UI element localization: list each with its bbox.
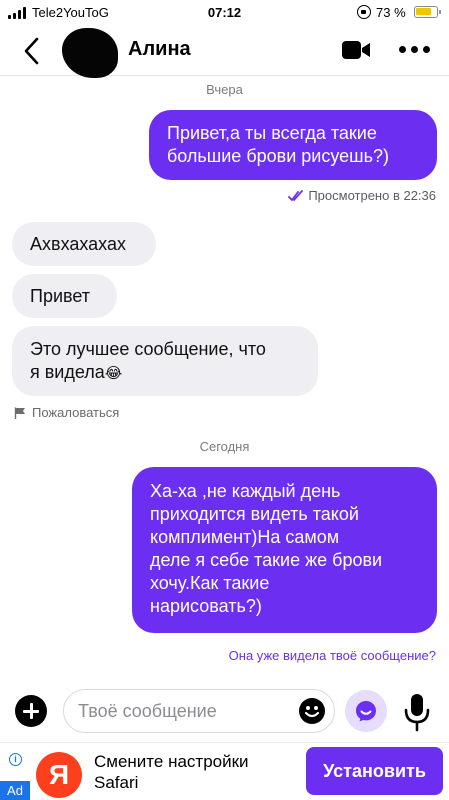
battery-icon bbox=[414, 6, 441, 18]
status-bar: Tele2YouToG 07:12 73 % bbox=[0, 0, 449, 26]
yandex-logo-icon: Я bbox=[36, 752, 82, 798]
double-check-icon bbox=[288, 189, 304, 201]
chevron-left-icon bbox=[24, 37, 39, 65]
video-call-button[interactable] bbox=[341, 40, 371, 60]
message-line: Привет bbox=[30, 286, 91, 306]
message-line-text: я видела bbox=[30, 362, 105, 382]
message-line: Это лучшее сообщение, что bbox=[30, 339, 266, 359]
outgoing-message[interactable]: Ха-ха ,не каждый день приходится видеть … bbox=[132, 467, 437, 633]
message-line: комплимент)На самом bbox=[150, 527, 340, 547]
incoming-message[interactable]: Ахвхахахах bbox=[12, 222, 156, 266]
more-options-button[interactable] bbox=[399, 46, 431, 56]
microphone-button[interactable] bbox=[402, 692, 432, 732]
message-line: деле я себе такие же брови bbox=[150, 550, 383, 570]
chat-header: Алина bbox=[0, 26, 449, 78]
message-line: Привет,а ты всегда такие bbox=[167, 123, 377, 143]
date-separator-yesterday: Вчера bbox=[206, 82, 243, 97]
install-button[interactable]: Установить bbox=[306, 747, 443, 795]
ad-banner[interactable]: i Ad Я Смените настройки Safari Установи… bbox=[0, 742, 449, 800]
smiley-icon bbox=[299, 698, 325, 724]
flag-icon bbox=[14, 407, 25, 419]
message-line: приходится видеть такой bbox=[150, 504, 359, 524]
sticker-icon bbox=[356, 701, 376, 722]
orientation-lock-icon bbox=[357, 5, 371, 19]
message-line: нарисовать?) bbox=[150, 596, 262, 616]
message-line: я видела😂 bbox=[30, 361, 300, 385]
message-input[interactable] bbox=[78, 690, 298, 732]
ad-text-line: Смените настройки bbox=[94, 752, 249, 771]
message-input-container bbox=[63, 689, 335, 733]
report-link-text: Пожаловаться bbox=[32, 405, 120, 420]
microphone-icon bbox=[404, 694, 430, 732]
video-camera-icon bbox=[342, 41, 370, 59]
ad-text-line: Safari bbox=[94, 773, 139, 792]
dot-icon bbox=[411, 46, 418, 53]
back-button[interactable] bbox=[18, 34, 48, 68]
date-separator-today: Сегодня bbox=[199, 439, 250, 454]
add-attachment-button[interactable] bbox=[15, 695, 47, 727]
emoji-button[interactable] bbox=[298, 697, 326, 725]
message-line: большие брови рисуешь?) bbox=[167, 146, 389, 166]
info-icon[interactable]: i bbox=[9, 753, 22, 766]
message-line: Ха-ха ,не каждый день bbox=[150, 481, 341, 501]
incoming-message[interactable]: Это лучшее сообщение, что я видела😂 bbox=[12, 326, 318, 396]
ad-label: Ad bbox=[0, 781, 30, 800]
incoming-message[interactable]: Привет bbox=[12, 274, 117, 318]
outgoing-message[interactable]: Привет,а ты всегда такие большие брови р… bbox=[149, 110, 437, 180]
message-line: Ахвхахахах bbox=[30, 234, 126, 254]
message-line: хочу.Как такие bbox=[150, 573, 270, 593]
seen-question-link[interactable]: Она уже видела твоё сообщение? bbox=[229, 648, 436, 663]
seen-status-text: Просмотрено в 22:36 bbox=[308, 188, 436, 203]
sticker-button[interactable] bbox=[345, 690, 387, 732]
dot-icon bbox=[423, 46, 430, 53]
dot-icon bbox=[399, 46, 406, 53]
battery-percent: 73 % bbox=[376, 5, 406, 20]
laughing-emoji: 😂 bbox=[104, 365, 123, 382]
contact-name[interactable]: Алина bbox=[128, 38, 191, 61]
ad-text: Смените настройки Safari bbox=[94, 751, 294, 793]
avatar[interactable] bbox=[62, 28, 118, 78]
report-link[interactable]: Пожаловаться bbox=[14, 405, 119, 420]
seen-status: Просмотрено в 22:36 bbox=[288, 188, 436, 203]
